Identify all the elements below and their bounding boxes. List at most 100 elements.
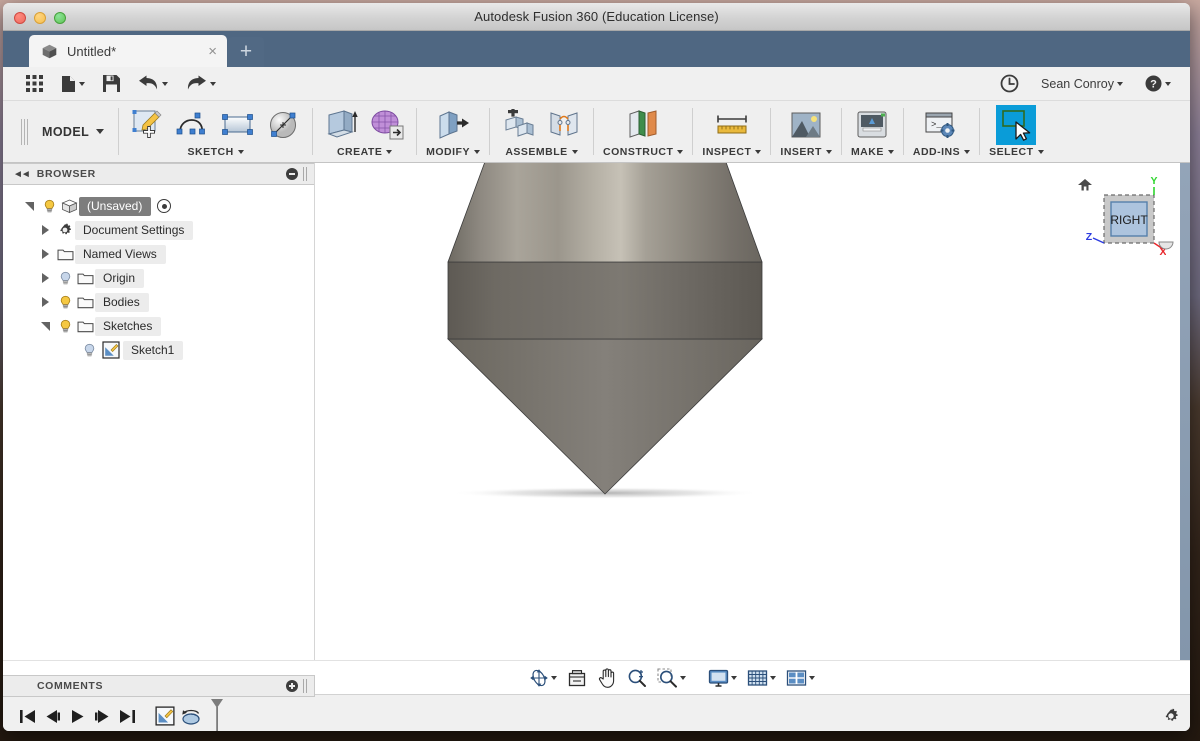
extrude-icon [327, 110, 358, 138]
circle-button[interactable] [263, 106, 303, 144]
viewport-scrollbar[interactable] [1180, 163, 1190, 660]
comments-panel-header[interactable]: COMMENTS [3, 675, 315, 697]
step-forward-button[interactable] [90, 703, 115, 729]
collapse-left-icon[interactable]: ◄◄ [13, 169, 31, 180]
visibility-toggle-sketches[interactable] [55, 319, 75, 334]
grid-snaps-button[interactable] [743, 665, 780, 691]
new-component-button[interactable] [499, 106, 539, 144]
minimize-icon[interactable] [286, 168, 298, 180]
scripts-addins-button[interactable]: >_ [921, 106, 961, 144]
timeline-feature-revolve[interactable] [178, 703, 204, 729]
create-icons [322, 101, 407, 146]
activate-component-icon[interactable] [157, 199, 172, 213]
quick-access-toolbar: Sean Conroy ? [3, 67, 1190, 101]
press-pull-button[interactable] [433, 106, 473, 144]
workspace-caret-icon [96, 129, 105, 134]
view-cube-graphic[interactable]: RIGHT Y Z X [1062, 167, 1166, 263]
tree-row-named-views[interactable]: Named Views [3, 242, 314, 266]
visibility-toggle-unsaved[interactable] [39, 199, 59, 214]
ribbon-group-create-title[interactable]: CREATE [337, 146, 393, 162]
lightbulb-off-icon [84, 343, 94, 356]
expand-toggle-named-views[interactable] [35, 249, 55, 259]
spline-button[interactable] [173, 106, 213, 144]
revolved-solid-body[interactable] [315, 163, 1190, 660]
3d-viewport[interactable]: RIGHT Y Z X [315, 163, 1190, 660]
panel-resize-grip[interactable] [303, 167, 308, 181]
tree-label-document-settings: Document Settings [75, 220, 194, 240]
home-icon[interactable] [1078, 179, 1092, 191]
tree-label-sketch1: Sketch1 [123, 340, 184, 360]
ribbon-group-assemble-title[interactable]: ASSEMBLE [505, 146, 578, 162]
ribbon-group-make-title[interactable]: MAKE [851, 146, 894, 162]
insert-image-button[interactable] [786, 106, 826, 144]
select-button[interactable] [996, 105, 1037, 145]
close-window-button[interactable] [14, 12, 26, 24]
timeline-settings-button[interactable] [1162, 707, 1180, 725]
tree-row-sketches[interactable]: Sketches [3, 314, 314, 338]
visibility-toggle-origin[interactable] [55, 271, 75, 286]
save-button[interactable] [94, 71, 129, 97]
pan-button[interactable] [593, 665, 621, 691]
timeline-feature-sketch1[interactable] [152, 703, 178, 729]
minimize-window-button[interactable] [34, 12, 46, 24]
tree-row-bodies[interactable]: Bodies [3, 290, 314, 314]
play-button[interactable] [65, 703, 90, 729]
workspace-switcher[interactable]: MODEL [13, 101, 118, 162]
new-document-button[interactable] [52, 71, 94, 97]
zoom-button[interactable] [623, 665, 651, 691]
expand-toggle-sketches[interactable] [35, 321, 55, 331]
grid-snaps-icon [747, 669, 767, 686]
help-menu-button[interactable]: ? [1136, 71, 1180, 97]
tree-row-document-settings[interactable]: Document Settings [3, 218, 314, 242]
display-settings-button[interactable] [704, 665, 741, 691]
ribbon-group-sketch-title[interactable]: SKETCH [188, 146, 244, 162]
ribbon-grip-handle[interactable] [21, 118, 28, 145]
user-menu-button[interactable]: Sean Conroy [1032, 71, 1132, 97]
undo-button[interactable] [129, 71, 177, 97]
step-back-button[interactable] [40, 703, 65, 729]
app-grid-button[interactable] [17, 71, 52, 97]
document-tab[interactable]: Untitled* × [29, 35, 227, 67]
create-sketch-button[interactable] [128, 106, 168, 144]
measure-button[interactable] [712, 106, 752, 144]
visibility-toggle-bodies[interactable] [55, 295, 75, 310]
ribbon-group-inspect-title[interactable]: INSPECT [702, 146, 762, 162]
3d-print-button[interactable] [852, 106, 892, 144]
new-tab-button[interactable]: + [228, 37, 264, 67]
expand-toggle-bodies[interactable] [35, 297, 55, 307]
orbit-button[interactable] [525, 665, 561, 691]
viewports-button[interactable] [782, 665, 819, 691]
view-cube[interactable]: RIGHT Y Z X [1062, 167, 1166, 263]
form-button[interactable] [367, 106, 407, 144]
view-cube-menu-button[interactable] [1158, 241, 1174, 251]
jump-to-beginning-button[interactable] [15, 703, 40, 729]
close-tab-button[interactable]: × [206, 44, 219, 59]
look-at-button[interactable] [563, 665, 591, 691]
tree-row-unsaved[interactable]: (Unsaved) [3, 194, 314, 218]
maximize-window-button[interactable] [54, 12, 66, 24]
ribbon-group-insert-title[interactable]: INSERT [780, 146, 832, 162]
expand-toggle-unsaved[interactable] [19, 201, 39, 211]
comments-resize-grip[interactable] [303, 679, 308, 693]
quick-access-right-group: Sean Conroy ? [991, 71, 1180, 97]
extrude-button[interactable] [322, 106, 362, 144]
add-comment-icon[interactable] [286, 680, 298, 692]
joint-button[interactable] [544, 106, 584, 144]
rectangle-button[interactable] [218, 106, 258, 144]
offset-plane-button[interactable] [623, 106, 663, 144]
tree-row-origin[interactable]: Origin [3, 266, 314, 290]
ribbon-group-addins-title[interactable]: ADD-INS [913, 146, 971, 162]
redo-button[interactable] [177, 71, 225, 97]
tree-row-sketch1[interactable]: Sketch1 [3, 338, 314, 362]
ribbon-group-construct-title[interactable]: CONSTRUCT [603, 146, 684, 162]
recent-history-button[interactable] [991, 71, 1028, 97]
expand-toggle-origin[interactable] [35, 273, 55, 283]
jump-to-end-button[interactable] [115, 703, 140, 729]
zoom-window-button[interactable] [653, 665, 690, 691]
ribbon-group-inspect: INSPECT [693, 101, 770, 162]
ribbon-group-modify-title[interactable]: MODIFY [426, 146, 480, 162]
visibility-toggle-sketch1[interactable] [79, 343, 99, 358]
expand-toggle-document-settings[interactable] [35, 225, 55, 235]
timeline-end-marker[interactable] [210, 699, 224, 731]
ribbon-group-select-title[interactable]: SELECT [989, 146, 1044, 162]
